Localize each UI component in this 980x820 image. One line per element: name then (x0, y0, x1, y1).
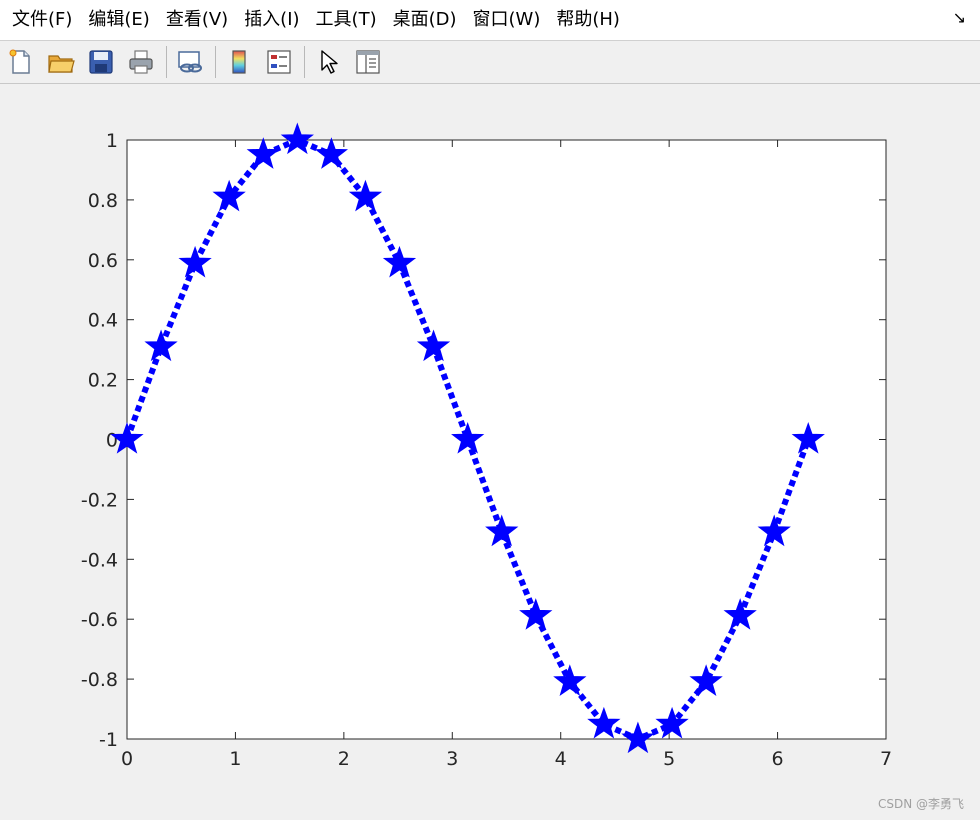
y-tick-label: -0.2 (81, 489, 118, 511)
watermark-text: CSDN @李勇飞 (877, 797, 964, 811)
x-tick-label: 5 (663, 748, 675, 770)
axes-box (126, 139, 887, 740)
menu-window[interactable]: 窗口(W) (465, 0, 549, 40)
colorbar-icon (232, 50, 246, 74)
x-tick-label: 4 (555, 748, 567, 770)
open-button[interactable] (44, 45, 78, 79)
x-tick-label: 2 (338, 748, 350, 770)
menu-help[interactable]: 帮助(H) (548, 0, 628, 40)
figure-toolbar (0, 40, 980, 84)
save-icon (89, 50, 113, 74)
y-tick-label: 0.8 (88, 190, 118, 212)
print-button[interactable] (124, 45, 158, 79)
dock-arrow-icon[interactable]: ↘ (953, 8, 966, 27)
menu-file[interactable]: 文件(F) (4, 0, 80, 40)
new-figure-icon (9, 49, 30, 74)
y-tick-label: 0.2 (88, 370, 118, 392)
menu-insert[interactable]: 插入(I) (236, 0, 307, 40)
y-tick-label: -1 (99, 729, 118, 751)
menu-desktop[interactable]: 桌面(D) (385, 0, 465, 40)
menu-view[interactable]: 查看(V) (158, 0, 236, 40)
y-tick-label: 1 (106, 130, 118, 152)
colorbar-button[interactable] (222, 45, 256, 79)
x-tick-label: 3 (446, 748, 458, 770)
menu-tools[interactable]: 工具(T) (308, 0, 385, 40)
save-button[interactable] (84, 45, 118, 79)
y-tick-label: -0.4 (81, 549, 118, 571)
x-tick-label: 0 (121, 748, 133, 770)
open-folder-icon (48, 55, 75, 73)
y-tick-label: 0 (106, 430, 118, 452)
link-plot-button[interactable] (173, 45, 207, 79)
menu-edit[interactable]: 编辑(E) (80, 0, 157, 40)
legend-button[interactable] (262, 45, 296, 79)
y-tick-label: -0.8 (81, 669, 118, 691)
property-inspector-icon (356, 50, 380, 74)
figure-canvas[interactable]: 0 1 2 3 4 5 6 7 -1 -0.8 -0.6 -0.4 -0.2 0 0.2 0.4 0.6 0.8 1… (0, 84, 980, 820)
x-tick-label: 7 (880, 748, 892, 770)
print-icon (129, 50, 153, 74)
y-tick-label: -0.6 (81, 609, 118, 631)
toolbar-separator (304, 46, 305, 78)
legend-icon (267, 50, 291, 74)
plot-axes[interactable]: 0 1 2 3 4 5 6 7 -1 -0.8 -0.6 -0.4 -0.2 0 0.2 0.4 0.6 0.8 1 (0, 84, 980, 820)
x-tick-label: 1 (229, 748, 241, 770)
toolbar-separator (166, 46, 167, 78)
link-plot-icon (178, 51, 202, 73)
edit-plot-arrow-icon (321, 50, 338, 74)
toolbar-separator (215, 46, 216, 78)
property-inspector-button[interactable] (351, 45, 385, 79)
edit-plot-button[interactable] (311, 45, 345, 79)
y-tick-label: 0.6 (88, 250, 118, 272)
x-tick-label: 6 (772, 748, 784, 770)
menu-bar: 文件(F) 编辑(E) 查看(V) 插入(I) 工具(T) 桌面(D) 窗口(W… (0, 0, 980, 40)
y-tick-label: 0.4 (88, 310, 118, 332)
new-figure-button[interactable] (4, 45, 38, 79)
